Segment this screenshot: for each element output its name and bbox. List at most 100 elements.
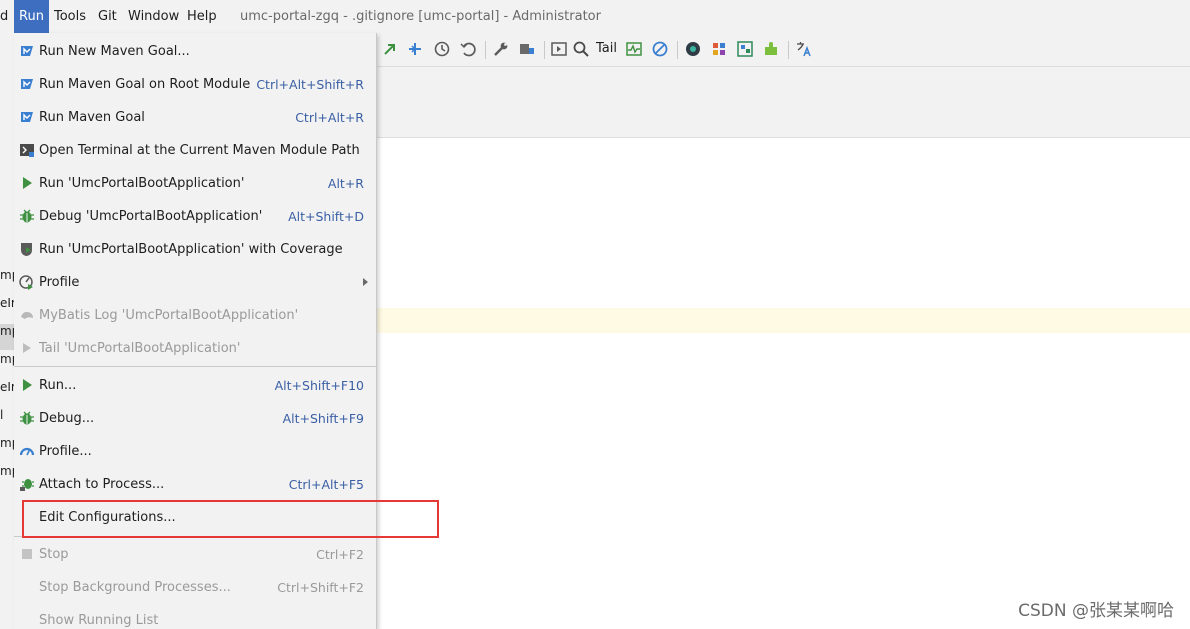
menu-item-mybatis-log: MyBatis Log 'UmcPortalBootApplication' <box>14 299 376 332</box>
menu-item-shortcut: Ctrl+Alt+R <box>295 110 364 125</box>
activity-monitor-icon[interactable] <box>625 40 643 58</box>
menu-item-run-with-coverage[interactable]: Run 'UmcPortalBootApplication' with Cove… <box>14 233 376 266</box>
menu-item-shortcut: Alt+Shift+D <box>288 209 364 224</box>
menu-item-label: Show Running List <box>39 613 159 628</box>
tree-item[interactable]: eIm <box>0 380 14 394</box>
menu-run[interactable]: Run <box>14 0 49 33</box>
menu-item-debug-dialog[interactable]: Debug... Alt+Shift+F9 <box>14 402 376 435</box>
profile-icon <box>19 274 35 290</box>
menu-item-profile-dialog[interactable]: Profile... <box>14 435 376 468</box>
caret-line-highlight <box>376 308 1190 333</box>
menu-item-debug-app[interactable]: Debug 'UmcPortalBootApplication' Alt+Shi… <box>14 200 376 233</box>
menu-item-shortcut: Ctrl+Shift+F2 <box>277 580 364 595</box>
toolbar-separator <box>677 41 678 59</box>
tree-item[interactable]: mp <box>0 464 14 478</box>
plugin-circle-icon[interactable] <box>684 40 702 58</box>
run-icon <box>19 175 35 191</box>
toolbar-separator <box>485 41 486 59</box>
menu-item-tail: Tail 'UmcPortalBootApplication' <box>14 332 376 365</box>
debug-icon <box>19 410 35 426</box>
puzzle-plugin-icon[interactable] <box>762 40 780 58</box>
vcs-push-icon[interactable] <box>381 40 399 58</box>
menu-bar: d Run Tools Git Window Help umc-portal-z… <box>0 0 1190 34</box>
structure-grid-icon[interactable] <box>736 40 754 58</box>
tree-item[interactable]: mp <box>0 324 14 338</box>
menu-item-label: Debug... <box>39 411 95 426</box>
menu-item-label: Tail 'UmcPortalBootApplication' <box>39 341 241 356</box>
menu-build-fragment[interactable]: d <box>0 0 8 33</box>
menu-item-stop: Stop Ctrl+F2 <box>14 538 376 571</box>
menu-item-label: Stop <box>39 547 69 562</box>
menu-item-label: Profile <box>39 275 80 290</box>
watermark: CSDN @张某某啊哈 <box>1018 601 1174 621</box>
run-menu-dropdown: Run New Maven Goal... Run Maven Goal on … <box>14 33 377 629</box>
menu-item-open-terminal[interactable]: Open Terminal at the Current Maven Modul… <box>14 134 376 167</box>
project-structure-icon[interactable] <box>518 40 536 58</box>
stop-icon <box>19 546 35 562</box>
terminal-icon <box>19 142 35 158</box>
wrench-icon[interactable] <box>492 40 510 58</box>
menu-item-label: Run Maven Goal <box>39 110 145 125</box>
menu-item-shortcut: Ctrl+Alt+Shift+R <box>256 77 364 92</box>
no-entry-icon[interactable] <box>651 40 669 58</box>
menu-item-shortcut: Alt+R <box>327 176 364 191</box>
menu-item-shortcut: Alt+Shift+F10 <box>274 378 364 393</box>
run-anything-icon[interactable] <box>550 40 568 58</box>
menu-item-label: Run New Maven Goal... <box>39 44 190 59</box>
tree-item[interactable]: l <box>0 408 3 422</box>
tree-item[interactable]: mp <box>0 436 14 450</box>
vcs-merge-icon[interactable] <box>406 40 424 58</box>
maven-icon <box>19 76 35 92</box>
menu-item-label: MyBatis Log 'UmcPortalBootApplication' <box>39 308 299 323</box>
menu-item-run-new-maven-goal[interactable]: Run New Maven Goal... <box>14 35 376 68</box>
menu-item-profile-submenu[interactable]: Profile <box>14 266 376 299</box>
menu-window[interactable]: Window <box>128 0 179 33</box>
menu-separator <box>14 366 376 367</box>
coverage-icon <box>19 241 35 257</box>
menu-item-attach-to-process[interactable]: Attach to Process... Ctrl+Alt+F5 <box>14 468 376 501</box>
history-icon[interactable] <box>433 40 451 58</box>
menu-item-label: Open Terminal at the Current Maven Modul… <box>39 143 360 158</box>
toolbar-separator <box>788 41 789 59</box>
menu-item-shortcut: Ctrl+Alt+F5 <box>288 477 364 492</box>
tree-item[interactable]: eIr <box>0 296 14 310</box>
search-icon[interactable] <box>572 40 590 58</box>
menu-item-run-dialog[interactable]: Run... Alt+Shift+F10 <box>14 369 376 402</box>
menu-git[interactable]: Git <box>98 0 117 33</box>
run-icon <box>19 377 35 393</box>
menu-item-label: Run 'UmcPortalBootApplication' <box>39 176 245 191</box>
menu-item-shortcut: Ctrl+F2 <box>316 547 364 562</box>
tree-item[interactable]: mp <box>0 268 14 282</box>
project-tree-panel: mp eIr mp mp eIm l mp mp <box>0 34 14 629</box>
translate-icon[interactable] <box>795 40 813 58</box>
menu-help[interactable]: Help <box>187 0 217 33</box>
menu-item-run-maven-goal[interactable]: Run Maven Goal Ctrl+Alt+R <box>14 101 376 134</box>
attach-debug-icon <box>19 476 35 492</box>
window-title: umc-portal-zgq - .gitignore [umc-portal]… <box>240 9 601 24</box>
maven-icon <box>19 109 35 125</box>
toolbar-separator <box>544 41 545 59</box>
rollback-icon[interactable] <box>459 40 477 58</box>
menu-item-shortcut: Alt+Shift+F9 <box>282 411 364 426</box>
tail-button[interactable]: Tail <box>596 40 617 58</box>
menu-item-label: Run... <box>39 378 77 393</box>
menu-item-label: Stop Background Processes... <box>39 580 231 595</box>
menu-tools[interactable]: Tools <box>54 0 86 33</box>
menu-item-show-running-list: Show Running List <box>14 604 376 629</box>
tree-item[interactable]: mp <box>0 352 14 366</box>
menu-item-label: Debug 'UmcPortalBootApplication' <box>39 209 263 224</box>
annotation-highlight-box <box>22 500 439 538</box>
menu-item-label: Run 'UmcPortalBootApplication' with Cove… <box>39 242 343 257</box>
palette-icon[interactable] <box>710 40 728 58</box>
menu-item-stop-background: Stop Background Processes... Ctrl+Shift+… <box>14 571 376 604</box>
menu-item-label: Run Maven Goal on Root Module <box>39 77 251 92</box>
menu-item-run-maven-goal-root[interactable]: Run Maven Goal on Root Module Ctrl+Alt+S… <box>14 68 376 101</box>
submenu-arrow-icon <box>363 278 368 286</box>
editor-area[interactable] <box>376 138 1190 629</box>
debug-icon <box>19 208 35 224</box>
maven-icon <box>19 43 35 59</box>
profiler-gauge-icon <box>19 443 35 459</box>
mybatis-icon <box>19 307 35 323</box>
menu-item-label: Profile... <box>39 444 92 459</box>
menu-item-run-app[interactable]: Run 'UmcPortalBootApplication' Alt+R <box>14 167 376 200</box>
